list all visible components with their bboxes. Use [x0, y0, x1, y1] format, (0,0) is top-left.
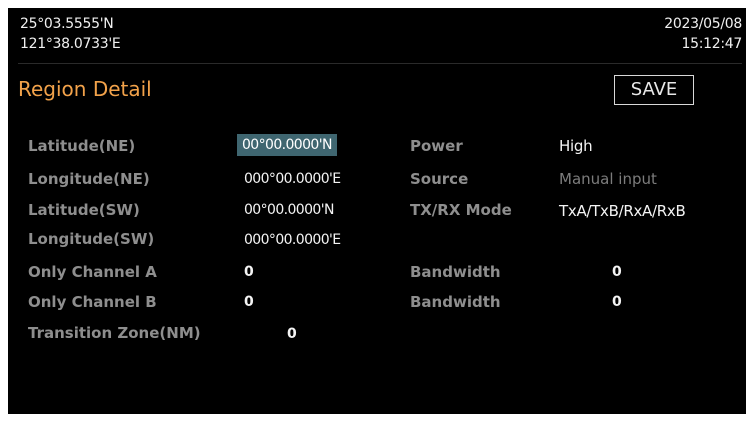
- screen: 25°03.5555'N 121°38.0733'E 2023/05/08 15…: [8, 8, 746, 414]
- longitude-sw-label: Longitude(SW): [28, 230, 155, 248]
- transition-zone-field[interactable]: 0: [287, 326, 297, 342]
- only-channel-b-field[interactable]: 0: [244, 294, 254, 310]
- status-time: 15:12:47: [681, 36, 743, 52]
- header-divider: [18, 63, 742, 64]
- power-field[interactable]: High: [559, 137, 593, 155]
- page-title: Region Detail: [18, 77, 152, 101]
- latitude-sw-field[interactable]: 00°00.0000'N: [244, 202, 334, 218]
- source-label: Source: [410, 170, 469, 188]
- only-channel-a-label: Only Channel A: [28, 263, 157, 281]
- gps-longitude: 121°38.0733'E: [20, 36, 121, 52]
- source-field: Manual input: [559, 170, 657, 188]
- bandwidth-a-label: Bandwidth: [410, 263, 501, 281]
- power-label: Power: [410, 137, 463, 155]
- bandwidth-b-label: Bandwidth: [410, 293, 501, 311]
- only-channel-b-label: Only Channel B: [28, 293, 157, 311]
- bandwidth-b-field[interactable]: 0: [612, 294, 622, 310]
- txrx-mode-label: TX/RX Mode: [410, 201, 512, 219]
- gps-latitude: 25°03.5555'N: [20, 16, 114, 32]
- latitude-sw-label: Latitude(SW): [28, 201, 140, 219]
- longitude-ne-label: Longitude(NE): [28, 170, 150, 188]
- txrx-mode-field[interactable]: TxA/TxB/RxA/RxB: [559, 202, 686, 220]
- save-button[interactable]: SAVE: [614, 75, 694, 105]
- longitude-sw-field[interactable]: 000°00.0000'E: [244, 232, 341, 248]
- latitude-ne-label: Latitude(NE): [28, 137, 136, 155]
- latitude-ne-field[interactable]: 00°00.0000'N: [237, 134, 337, 156]
- bandwidth-a-field[interactable]: 0: [612, 264, 622, 280]
- transition-zone-label: Transition Zone(NM): [28, 324, 201, 342]
- longitude-ne-field[interactable]: 000°00.0000'E: [244, 171, 341, 187]
- only-channel-a-field[interactable]: 0: [244, 264, 254, 280]
- status-date: 2023/05/08: [664, 16, 742, 32]
